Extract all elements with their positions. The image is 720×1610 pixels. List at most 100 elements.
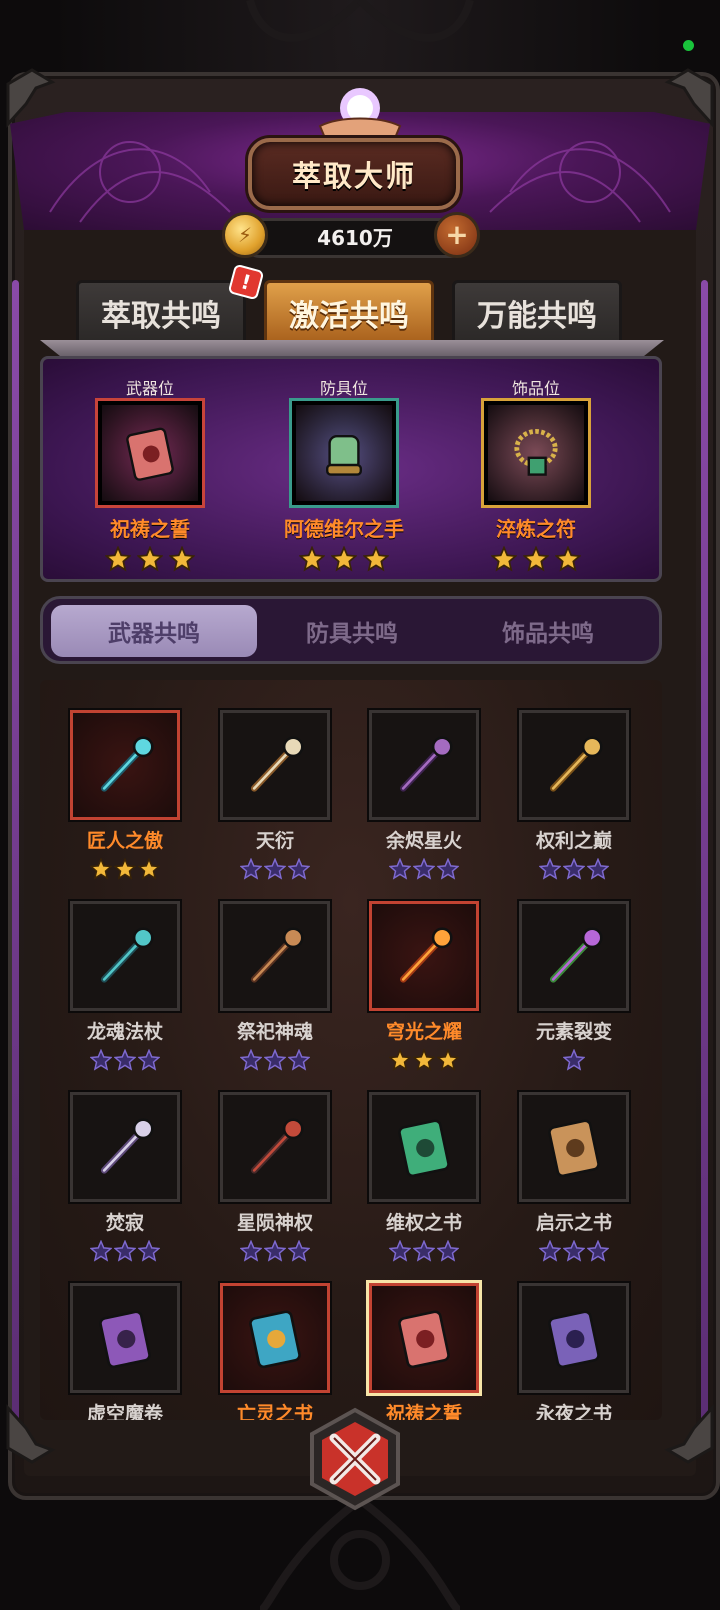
empty-star-icon — [240, 1049, 262, 1071]
tab-2[interactable]: 激活共鸣 — [264, 280, 434, 346]
green-book-icon — [398, 1119, 450, 1178]
grid-item[interactable]: 余烬星火 — [366, 708, 482, 882]
purple-book-icon — [548, 1310, 600, 1369]
grid-item[interactable]: 元素裂变 — [516, 899, 632, 1073]
sub-tabs: 武器共鸣 防具共鸣 饰品共鸣 — [40, 596, 662, 664]
empty-star-icon — [587, 858, 609, 880]
grid-item[interactable]: 祭祀神魂 — [217, 899, 333, 1073]
empty-star-icon — [138, 1049, 160, 1071]
empty-star-icon — [90, 1049, 112, 1071]
equipped-slots-panel: 武器位 祝祷之誓 防具位 阿德维尔之手 饰品位 淬炼之符 — [40, 356, 662, 582]
add-currency-button[interactable]: + — [434, 212, 480, 258]
item-frame[interactable] — [367, 708, 481, 822]
gold-star-icon — [437, 1049, 459, 1071]
empty-star-icon — [288, 858, 310, 880]
gold-star-icon — [299, 546, 325, 572]
empty-star-icon — [563, 1049, 585, 1071]
green-gauntlet-icon — [326, 435, 362, 476]
bead-amulet-icon — [514, 429, 558, 476]
empty-star-icon — [138, 1240, 160, 1262]
grid-item[interactable]: 亡灵之书 — [217, 1281, 333, 1420]
gold-star-icon — [555, 546, 581, 572]
gold-star-icon — [90, 858, 112, 880]
empty-star-icon — [389, 858, 411, 880]
item-name: 穹光之耀 — [385, 1021, 462, 1043]
item-frame[interactable] — [367, 899, 481, 1013]
sub-tab-1[interactable]: 武器共鸣 — [51, 605, 257, 657]
grid-item[interactable]: 虚空魔卷 — [67, 1281, 183, 1420]
grid-item[interactable]: 天衍 — [217, 708, 333, 882]
item-name: 启示之书 — [535, 1212, 612, 1234]
item-name: 天衍 — [255, 830, 294, 852]
tab-label: 萃取共鸣 — [101, 299, 221, 334]
item-stars — [67, 1240, 183, 1264]
empty-star-icon — [389, 1240, 411, 1262]
golden-scepter-icon — [549, 736, 603, 792]
meteor-mace-icon — [250, 1118, 304, 1174]
sub-tab-3[interactable]: 饰品共鸣 — [445, 605, 651, 657]
item-frame[interactable] — [367, 1090, 481, 1204]
grid-item[interactable]: 焚寂 — [67, 1090, 183, 1264]
slot-frame[interactable] — [481, 398, 591, 508]
empty-star-icon — [264, 1049, 286, 1071]
equipped-slot[interactable]: 武器位 祝祷之誓 — [60, 375, 240, 572]
slot-item-name: 阿德维尔之手 — [284, 517, 404, 541]
item-stars — [516, 1240, 632, 1264]
empty-star-icon — [539, 1240, 561, 1262]
grid-item[interactable]: 启示之书 — [516, 1090, 632, 1264]
slot-item-name: 祝祷之誓 — [110, 517, 190, 541]
grid-item[interactable]: 永夜之书 — [516, 1281, 632, 1420]
grid-item[interactable]: 穹光之耀 — [366, 899, 482, 1073]
slot-category: 武器位 — [125, 379, 174, 398]
item-frame[interactable] — [218, 1281, 332, 1395]
item-frame[interactable] — [517, 1090, 631, 1204]
empty-star-icon — [264, 858, 286, 880]
currency-bar: 4610万 ⚡ + — [222, 212, 480, 258]
item-stars — [516, 1049, 632, 1073]
slot-category: 饰品位 — [511, 379, 560, 398]
gold-star-icon — [137, 546, 163, 572]
tab-label: 万能共鸣 — [477, 299, 597, 334]
item-name: 维权之书 — [385, 1212, 462, 1234]
grid-item[interactable]: 匠人之傲 — [67, 708, 183, 882]
grid-item[interactable]: 星陨神权 — [217, 1090, 333, 1264]
empty-star-icon — [288, 1049, 310, 1071]
grid-item[interactable]: 权利之巅 — [516, 708, 632, 882]
item-name: 永夜之书 — [535, 1403, 612, 1420]
item-frame[interactable] — [218, 708, 332, 822]
plus-icon: + — [445, 218, 469, 251]
item-frame[interactable] — [68, 899, 182, 1013]
slot-frame[interactable] — [95, 398, 205, 508]
equipped-slot[interactable]: 饰品位 淬炼之符 — [446, 375, 626, 572]
grid-item[interactable]: 维权之书 — [366, 1090, 482, 1264]
slot-frame[interactable] — [289, 398, 399, 508]
item-frame[interactable] — [68, 708, 182, 822]
grid-item[interactable]: 祝祷之誓 — [366, 1280, 482, 1420]
scroll-spear-icon — [250, 736, 304, 792]
grid-item[interactable]: 龙魂法杖 — [67, 899, 183, 1073]
item-stars — [67, 858, 183, 882]
item-grid: 匠人之傲 天衍 余烬星火 权利之巅 龙魂法杖 祭祀神魂 穹光之耀 元素裂变 焚寂… — [40, 680, 662, 1420]
item-stars — [366, 1049, 482, 1073]
item-frame[interactable] — [218, 1090, 332, 1204]
item-frame[interactable] — [68, 1090, 182, 1204]
item-stars — [366, 858, 482, 882]
item-frame[interactable] — [517, 899, 631, 1013]
close-button[interactable] — [300, 1404, 410, 1514]
item-name: 余烬星火 — [385, 830, 462, 852]
empty-star-icon — [114, 1049, 136, 1071]
item-frame[interactable] — [218, 899, 332, 1013]
empty-star-icon — [437, 858, 459, 880]
bird-staff-icon — [250, 927, 304, 983]
gold-star-icon — [138, 858, 160, 880]
sub-tab-2[interactable]: 防具共鸣 — [249, 605, 455, 657]
tab-1[interactable]: 萃取共鸣! — [76, 263, 265, 346]
item-frame[interactable] — [517, 1281, 631, 1395]
equipped-slot[interactable]: 防具位 阿德维尔之手 — [254, 375, 434, 572]
item-frame[interactable] — [517, 708, 631, 822]
item-name: 元素裂变 — [535, 1021, 612, 1043]
tab-3[interactable]: 万能共鸣 — [452, 280, 622, 346]
item-name: 焚寂 — [105, 1212, 144, 1234]
item-frame[interactable] — [366, 1280, 482, 1396]
item-frame[interactable] — [68, 1281, 182, 1395]
